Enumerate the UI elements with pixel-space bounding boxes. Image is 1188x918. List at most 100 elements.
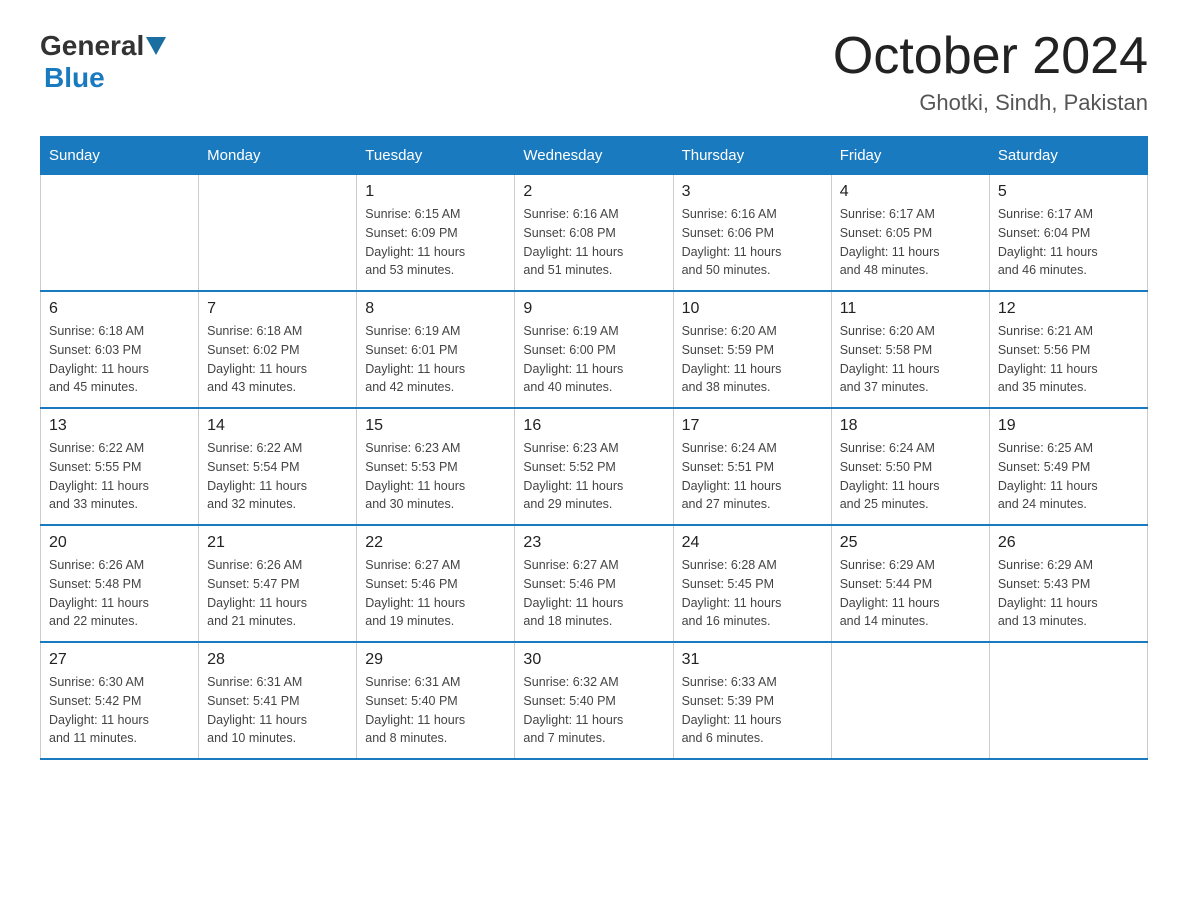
calendar-cell: 5Sunrise: 6:17 AM Sunset: 6:04 PM Daylig… <box>989 175 1147 292</box>
calendar-week-row: 27Sunrise: 6:30 AM Sunset: 5:42 PM Dayli… <box>41 642 1148 759</box>
day-number: 11 <box>840 300 981 318</box>
day-detail: Sunrise: 6:18 AM Sunset: 6:03 PM Dayligh… <box>49 322 190 397</box>
day-detail: Sunrise: 6:26 AM Sunset: 5:47 PM Dayligh… <box>207 556 348 631</box>
calendar-cell: 4Sunrise: 6:17 AM Sunset: 6:05 PM Daylig… <box>831 175 989 292</box>
day-number: 19 <box>998 417 1139 435</box>
title-section: October 2024 Ghotki, Sindh, Pakistan <box>833 30 1148 116</box>
calendar-cell: 7 Sunrise: 6:18 AM Sunset: 6:02 PM Daylig… <box>199 291 357 408</box>
day-detail: Sunrise: 6:27 AM Sunset: 5:46 PM Dayligh… <box>523 556 664 631</box>
day-number: 6 <box>49 300 190 318</box>
calendar-cell: 6 Sunrise: 6:18 AM Sunset: 6:03 PM Daylig… <box>41 291 199 408</box>
day-number: 17 <box>682 417 823 435</box>
calendar-cell: 21 Sunrise: 6:26 AM Sunset: 5:47 PM Dayli… <box>199 525 357 642</box>
calendar-table: SundayMondayTuesdayWednesdayThursdayFrid… <box>40 136 1148 760</box>
day-number: 20 <box>49 534 190 552</box>
day-number: 24 <box>682 534 823 552</box>
calendar-cell: 13 Sunrise: 6:22 AM Sunset: 5:55 PM Dayli… <box>41 408 199 525</box>
header-day-tuesday: Tuesday <box>357 137 515 175</box>
day-number: 1 <box>365 183 506 201</box>
calendar-cell: 29Sunrise: 6:31 AM Sunset: 5:40 PM Dayli… <box>357 642 515 759</box>
day-detail: Sunrise: 6:16 AM Sunset: 6:08 PM Dayligh… <box>523 205 664 280</box>
calendar-cell <box>831 642 989 759</box>
day-detail: Sunrise: 6:27 AM Sunset: 5:46 PM Dayligh… <box>365 556 506 631</box>
calendar-cell: 22Sunrise: 6:27 AM Sunset: 5:46 PM Dayli… <box>357 525 515 642</box>
day-detail: Sunrise: 6:15 AM Sunset: 6:09 PM Dayligh… <box>365 205 506 280</box>
day-detail: Sunrise: 6:25 AM Sunset: 5:49 PM Dayligh… <box>998 439 1139 514</box>
day-number: 30 <box>523 651 664 669</box>
day-number: 16 <box>523 417 664 435</box>
calendar-cell: 17 Sunrise: 6:24 AM Sunset: 5:51 PM Dayli… <box>673 408 831 525</box>
calendar-cell: 31 Sunrise: 6:33 AM Sunset: 5:39 PM Dayli… <box>673 642 831 759</box>
day-detail: Sunrise: 6:22 AM Sunset: 5:54 PM Dayligh… <box>207 439 348 514</box>
location-subtitle: Ghotki, Sindh, Pakistan <box>833 90 1148 116</box>
day-detail: Sunrise: 6:20 AM Sunset: 5:59 PM Dayligh… <box>682 322 823 397</box>
header-day-wednesday: Wednesday <box>515 137 673 175</box>
calendar-week-row: 6 Sunrise: 6:18 AM Sunset: 6:03 PM Daylig… <box>41 291 1148 408</box>
calendar-cell: 12Sunrise: 6:21 AM Sunset: 5:56 PM Dayli… <box>989 291 1147 408</box>
day-number: 21 <box>207 534 348 552</box>
day-detail: Sunrise: 6:26 AM Sunset: 5:48 PM Dayligh… <box>49 556 190 631</box>
day-number: 23 <box>523 534 664 552</box>
day-number: 7 <box>207 300 348 318</box>
calendar-cell: 9 Sunrise: 6:19 AM Sunset: 6:00 PM Daylig… <box>515 291 673 408</box>
day-number: 28 <box>207 651 348 669</box>
calendar-cell: 24 Sunrise: 6:28 AM Sunset: 5:45 PM Dayli… <box>673 525 831 642</box>
day-number: 13 <box>49 417 190 435</box>
logo: General Blue <box>40 30 168 94</box>
day-number: 9 <box>523 300 664 318</box>
day-detail: Sunrise: 6:33 AM Sunset: 5:39 PM Dayligh… <box>682 673 823 748</box>
day-detail: Sunrise: 6:23 AM Sunset: 5:52 PM Dayligh… <box>523 439 664 514</box>
calendar-cell: 27Sunrise: 6:30 AM Sunset: 5:42 PM Dayli… <box>41 642 199 759</box>
day-detail: Sunrise: 6:20 AM Sunset: 5:58 PM Dayligh… <box>840 322 981 397</box>
day-number: 15 <box>365 417 506 435</box>
page-header: General Blue October 2024 Ghotki, Sindh,… <box>40 30 1148 116</box>
calendar-cell: 26 Sunrise: 6:29 AM Sunset: 5:43 PM Dayli… <box>989 525 1147 642</box>
calendar-cell: 25Sunrise: 6:29 AM Sunset: 5:44 PM Dayli… <box>831 525 989 642</box>
calendar-cell <box>989 642 1147 759</box>
day-number: 3 <box>682 183 823 201</box>
header-day-friday: Friday <box>831 137 989 175</box>
calendar-cell: 11 Sunrise: 6:20 AM Sunset: 5:58 PM Dayli… <box>831 291 989 408</box>
day-detail: Sunrise: 6:18 AM Sunset: 6:02 PM Dayligh… <box>207 322 348 397</box>
day-detail: Sunrise: 6:24 AM Sunset: 5:51 PM Dayligh… <box>682 439 823 514</box>
day-number: 18 <box>840 417 981 435</box>
calendar-header-row: SundayMondayTuesdayWednesdayThursdayFrid… <box>41 137 1148 175</box>
day-number: 29 <box>365 651 506 669</box>
day-detail: Sunrise: 6:30 AM Sunset: 5:42 PM Dayligh… <box>49 673 190 748</box>
day-detail: Sunrise: 6:23 AM Sunset: 5:53 PM Dayligh… <box>365 439 506 514</box>
logo-blue-text: Blue <box>44 62 105 94</box>
calendar-cell: 30Sunrise: 6:32 AM Sunset: 5:40 PM Dayli… <box>515 642 673 759</box>
calendar-week-row: 13 Sunrise: 6:22 AM Sunset: 5:55 PM Dayli… <box>41 408 1148 525</box>
day-detail: Sunrise: 6:28 AM Sunset: 5:45 PM Dayligh… <box>682 556 823 631</box>
calendar-cell <box>41 175 199 292</box>
day-number: 31 <box>682 651 823 669</box>
header-day-thursday: Thursday <box>673 137 831 175</box>
day-detail: Sunrise: 6:19 AM Sunset: 6:00 PM Dayligh… <box>523 322 664 397</box>
day-detail: Sunrise: 6:29 AM Sunset: 5:43 PM Dayligh… <box>998 556 1139 631</box>
day-detail: Sunrise: 6:24 AM Sunset: 5:50 PM Dayligh… <box>840 439 981 514</box>
header-day-monday: Monday <box>199 137 357 175</box>
day-detail: Sunrise: 6:17 AM Sunset: 6:05 PM Dayligh… <box>840 205 981 280</box>
day-number: 10 <box>682 300 823 318</box>
calendar-cell: 10 Sunrise: 6:20 AM Sunset: 5:59 PM Dayli… <box>673 291 831 408</box>
calendar-week-row: 1 Sunrise: 6:15 AM Sunset: 6:09 PM Daylig… <box>41 175 1148 292</box>
calendar-cell: 23 Sunrise: 6:27 AM Sunset: 5:46 PM Dayli… <box>515 525 673 642</box>
day-detail: Sunrise: 6:19 AM Sunset: 6:01 PM Dayligh… <box>365 322 506 397</box>
day-detail: Sunrise: 6:22 AM Sunset: 5:55 PM Dayligh… <box>49 439 190 514</box>
day-number: 26 <box>998 534 1139 552</box>
header-day-saturday: Saturday <box>989 137 1147 175</box>
calendar-cell: 20 Sunrise: 6:26 AM Sunset: 5:48 PM Dayli… <box>41 525 199 642</box>
calendar-cell: 16 Sunrise: 6:23 AM Sunset: 5:52 PM Dayli… <box>515 408 673 525</box>
calendar-cell: 3Sunrise: 6:16 AM Sunset: 6:06 PM Daylig… <box>673 175 831 292</box>
day-number: 12 <box>998 300 1139 318</box>
day-detail: Sunrise: 6:31 AM Sunset: 5:41 PM Dayligh… <box>207 673 348 748</box>
calendar-cell: 2Sunrise: 6:16 AM Sunset: 6:08 PM Daylig… <box>515 175 673 292</box>
calendar-cell: 14Sunrise: 6:22 AM Sunset: 5:54 PM Dayli… <box>199 408 357 525</box>
month-title: October 2024 <box>833 30 1148 82</box>
logo-general-text: General <box>40 30 144 62</box>
calendar-cell: 18 Sunrise: 6:24 AM Sunset: 5:50 PM Dayli… <box>831 408 989 525</box>
calendar-cell: 8Sunrise: 6:19 AM Sunset: 6:01 PM Daylig… <box>357 291 515 408</box>
day-number: 5 <box>998 183 1139 201</box>
logo-triangle-icon <box>146 37 166 55</box>
calendar-cell: 28 Sunrise: 6:31 AM Sunset: 5:41 PM Dayli… <box>199 642 357 759</box>
